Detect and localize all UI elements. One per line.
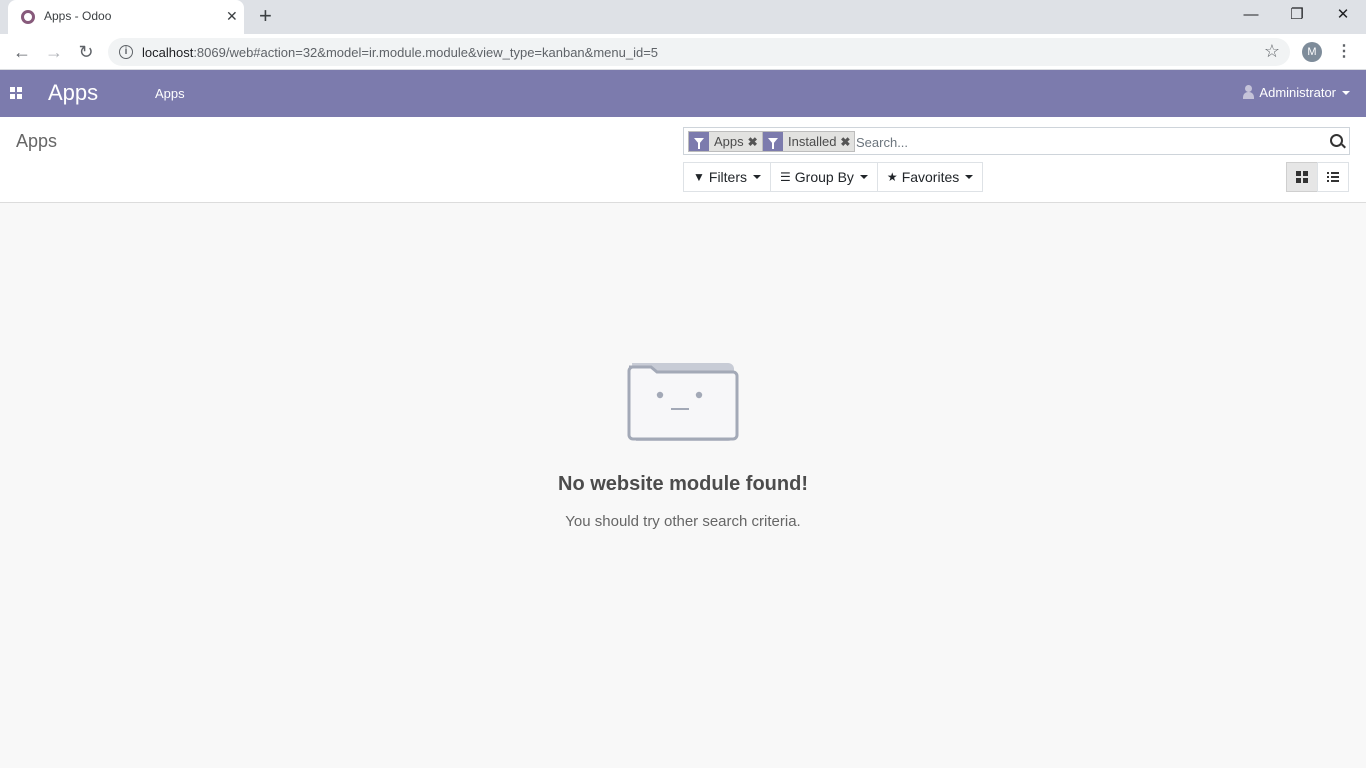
browser-menu-icon[interactable]: ⋮ [1336, 40, 1352, 64]
user-menu[interactable]: Administrator [1243, 85, 1350, 100]
filters-dropdown[interactable]: ▼ Filters [683, 162, 772, 192]
list-view-button[interactable] [1317, 162, 1349, 192]
tab-title: Apps - Odoo [44, 9, 112, 23]
search-box: Apps ✖ Installed ✖ [683, 127, 1350, 155]
star-icon: ★ [886, 170, 898, 184]
new-tab-icon[interactable]: + [259, 5, 272, 27]
url-text[interactable]: localhost:8069/web#action=32&model=ir.mo… [142, 45, 658, 60]
odoo-favicon-icon [21, 10, 35, 24]
browser-tab[interactable]: Apps - Odoo ✕ [8, 0, 244, 34]
favorites-dropdown[interactable]: ★ Favorites [876, 162, 984, 192]
filter-icon [689, 132, 709, 151]
groupby-dropdown[interactable]: ☰ Group By [770, 162, 878, 192]
search-input[interactable] [856, 132, 1316, 152]
restore-icon[interactable]: ❐ [1286, 4, 1308, 26]
browser-toolbar: ← → ↻ i localhost:8069/web#action=32&mod… [0, 34, 1366, 70]
profile-avatar[interactable]: M [1302, 42, 1322, 62]
caret-down-icon [1342, 91, 1350, 95]
empty-state-title: No website module found! [558, 473, 808, 495]
bookmark-star-icon[interactable]: ☆ [1264, 41, 1280, 62]
facet-remove-icon[interactable]: ✖ [840, 135, 854, 149]
site-info-icon[interactable]: i [119, 45, 133, 59]
facet-remove-icon[interactable]: ✖ [748, 135, 762, 149]
filter-icon [763, 132, 783, 151]
reload-icon[interactable]: ↻ [74, 40, 98, 64]
user-name: Administrator [1259, 85, 1336, 100]
odoo-navbar: Apps Apps Administrator [0, 70, 1366, 117]
app-brand[interactable]: Apps [48, 80, 98, 106]
breadcrumb: Apps [16, 131, 58, 151]
back-icon[interactable]: ← [10, 40, 34, 64]
facet-apps: Apps ✖ [688, 131, 763, 152]
close-window-icon[interactable]: ✕ [1332, 4, 1354, 26]
tab-close-icon[interactable]: ✕ [226, 8, 238, 24]
view-switcher [1286, 162, 1349, 192]
kanban-view-button[interactable] [1286, 162, 1318, 192]
funnel-icon: ▼ [693, 170, 705, 184]
search-options: ▼ Filters ☰ Group By ★ Favorites [683, 162, 984, 192]
empty-state-subtitle: You should try other search criteria. [565, 513, 801, 530]
minimize-icon[interactable]: — [1240, 4, 1262, 26]
empty-folder-icon [627, 363, 739, 441]
browser-tabstrip: Apps - Odoo ✕ + — ❐ ✕ [0, 0, 1366, 34]
list-icon [1327, 172, 1339, 182]
control-panel: Apps Apps ✖ Installed ✖ ▼Filters ☰Group … [0, 117, 1366, 203]
user-icon [1243, 85, 1255, 99]
menu-item-apps[interactable]: Apps [155, 86, 185, 101]
facet-installed: Installed ✖ [762, 131, 856, 152]
search-icon[interactable] [1330, 134, 1343, 147]
bars-icon: ☰ [780, 170, 791, 184]
address-bar[interactable]: i localhost:8069/web#action=32&model=ir.… [108, 38, 1290, 66]
kanban-icon [1296, 171, 1308, 183]
app-switcher-icon[interactable] [10, 87, 22, 99]
forward-icon[interactable]: → [42, 40, 66, 64]
